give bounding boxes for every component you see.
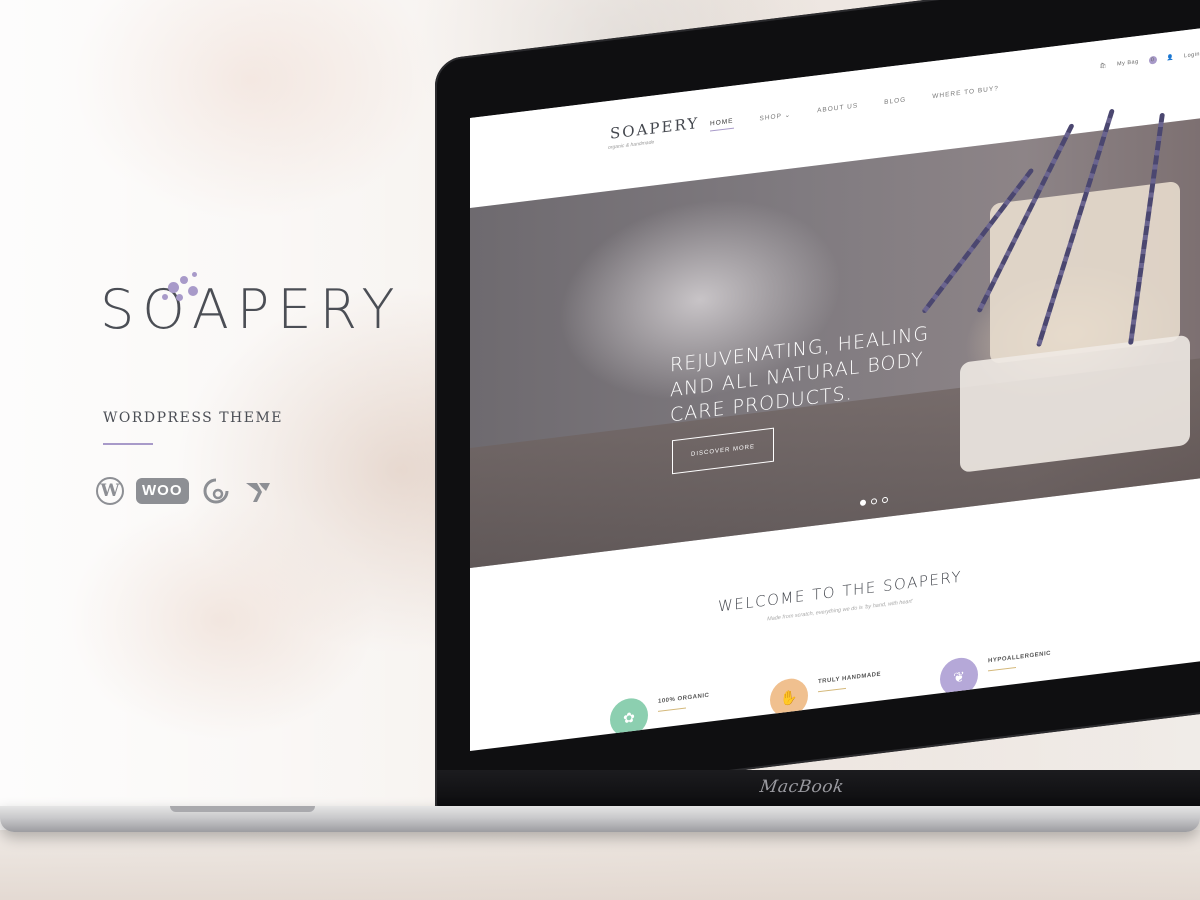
feature-title: 100% ORGANIC	[658, 692, 710, 705]
wordpress-icon: W	[96, 477, 124, 505]
slider-dot[interactable]	[860, 499, 866, 507]
feature-divider	[658, 707, 686, 712]
bag-count-badge: 0	[1148, 55, 1157, 65]
slider-dot[interactable]	[882, 496, 888, 504]
plugin-badges: W WOO	[96, 474, 273, 508]
site-menu: Home Shop ⌄ About us Blog Where to buy?	[710, 85, 999, 132]
woocommerce-badge: WOO	[136, 478, 189, 504]
login-link[interactable]: Login	[1184, 51, 1200, 59]
my-bag-link[interactable]: My Bag	[1117, 59, 1139, 68]
laptop-screen: SOAPERY organic & handmade Home Shop ⌄ A…	[470, 27, 1200, 752]
device-label: MacBook	[758, 777, 846, 797]
brand-logo: SOAPERY	[100, 272, 403, 341]
bag-icon[interactable]: 🛍	[1100, 63, 1107, 70]
menu-item-blog[interactable]: Blog	[884, 96, 906, 110]
header-actions: 🛍 My Bag 0 👤 Login	[1100, 50, 1200, 70]
theme-tagline: WORDPRESS THEME	[103, 410, 284, 426]
site-logo[interactable]: SOAPERY	[610, 114, 699, 143]
menu-item-home[interactable]: Home	[710, 117, 734, 132]
user-icon[interactable]: 👤	[1167, 55, 1174, 62]
feature-title: TRULY HANDMADE	[818, 671, 882, 686]
tagline-divider	[103, 443, 153, 445]
laptop-notch	[170, 806, 315, 812]
welcome-subtitle: Made from scratch, everything we do is '…	[767, 598, 913, 623]
laptop-base	[0, 806, 1200, 832]
menu-item-where-to-buy[interactable]: Where to buy?	[932, 85, 999, 104]
visual-composer-icon	[245, 483, 270, 502]
background-bottom	[0, 830, 1200, 900]
menu-item-about[interactable]: About us	[817, 102, 858, 118]
revolution-slider-icon	[203, 478, 228, 504]
brand-name: SOAPERY	[100, 278, 403, 341]
slider-dot[interactable]	[871, 498, 877, 505]
feature-divider	[818, 687, 846, 693]
menu-item-shop[interactable]: Shop ⌄	[760, 111, 792, 126]
feature-title: HYPOALLERGENIC	[988, 650, 1052, 665]
feature-divider	[988, 666, 1016, 672]
